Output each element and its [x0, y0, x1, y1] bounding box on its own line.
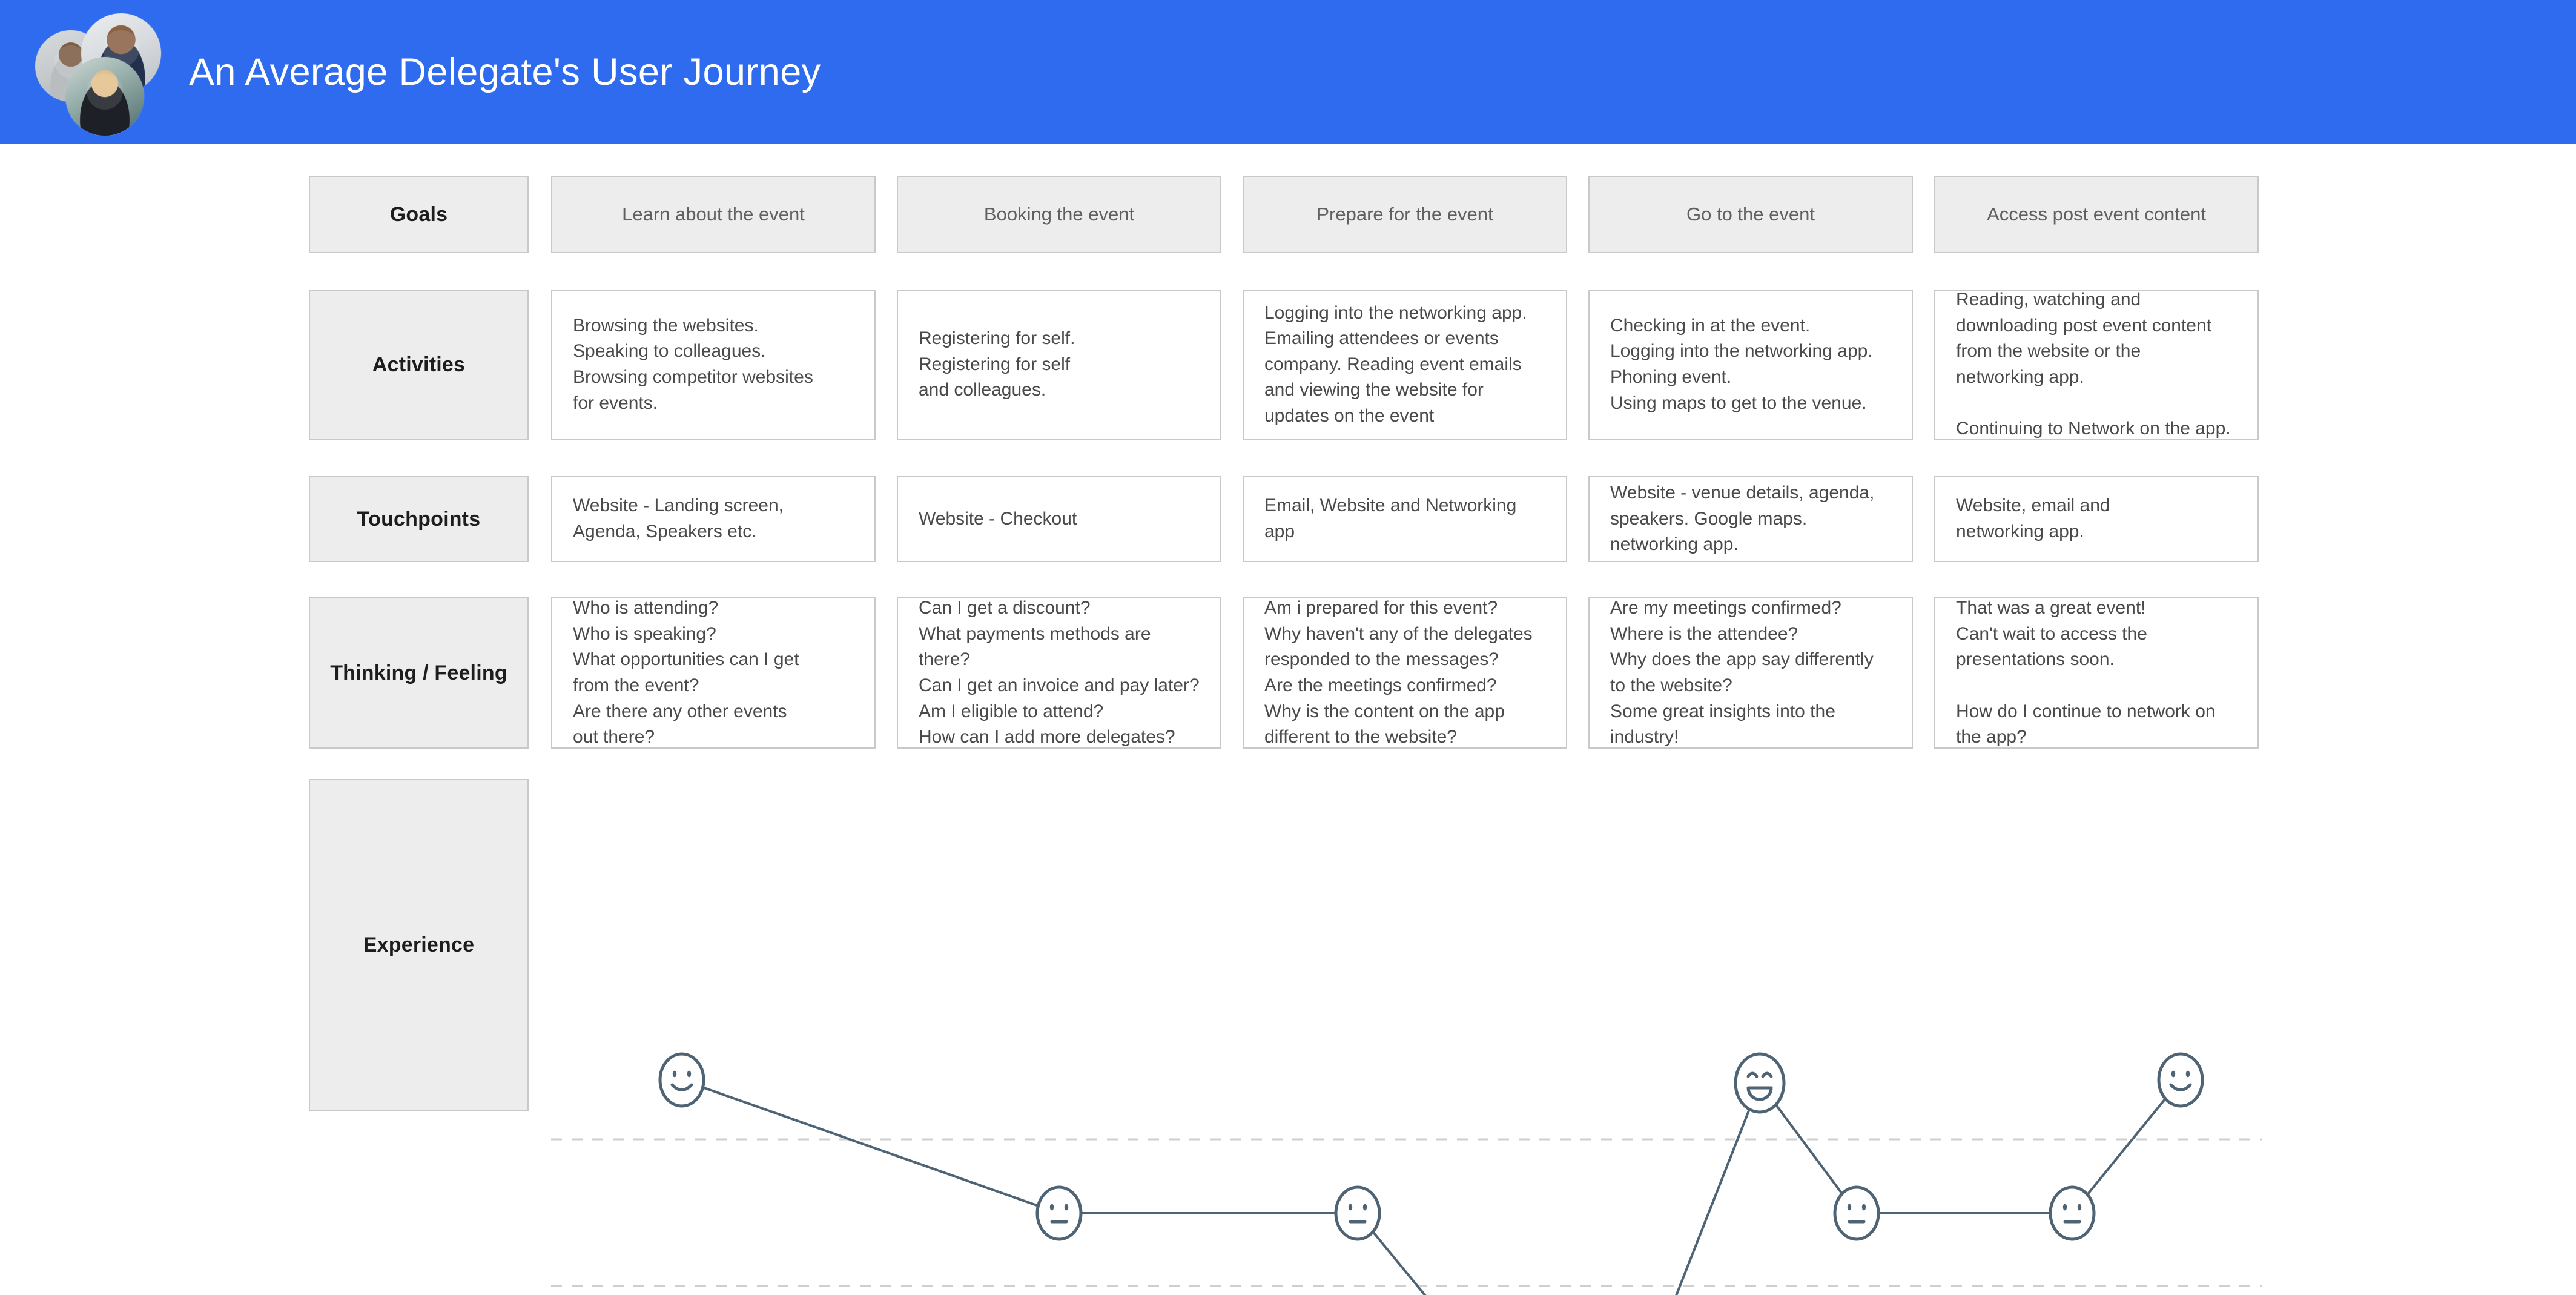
activities-cell-3: Checking in at the event. Logging into t…: [1588, 290, 1913, 440]
thinking-cell-1: Can I get a discount? What payments meth…: [897, 597, 1221, 749]
activities-cell-0: Browsing the websites. Speaking to colle…: [551, 290, 876, 440]
experience-line-chart: [551, 1052, 2262, 1295]
smiley-neutral-icon: [1035, 1185, 1083, 1241]
touchpoints-text: Website, email and networking app.: [1956, 495, 2110, 542]
eye-left: [2171, 1070, 2176, 1078]
experience-trend-line: [681, 1079, 2182, 1295]
goal-label: Go to the event: [1686, 204, 1815, 225]
touchpoints-text: Email, Website and Networking app: [1264, 495, 1517, 542]
page-header: An Average Delegate's User Journey: [0, 0, 2576, 144]
eye-left: [1049, 1204, 1054, 1211]
eye-left: [1847, 1204, 1852, 1211]
goal-label: Prepare for the event: [1316, 204, 1493, 225]
thinking-text: Who is attending? Who is speaking? What …: [573, 598, 799, 747]
row-label-goals: Goals: [309, 176, 529, 253]
eye-left: [1348, 1204, 1353, 1211]
thinking-text: That was a great event! Can't wait to ac…: [1956, 598, 2216, 747]
thinking-text: Am i prepared for this event? Why haven'…: [1264, 598, 1533, 747]
page-title: An Average Delegate's User Journey: [189, 51, 821, 93]
mouth-open-smile: [1746, 1086, 1773, 1101]
touchpoints-text: Website - Landing screen, Agenda, Speake…: [573, 495, 784, 542]
thinking-cell-2: Am i prepared for this event? Why haven'…: [1243, 597, 1567, 749]
eye-left: [2062, 1204, 2067, 1211]
touchpoints-text: Website - venue details, agenda, speaker…: [1610, 483, 1875, 555]
experience-chart: [551, 980, 2265, 1295]
activities-text: Checking in at the event. Logging into t…: [1610, 315, 1873, 413]
smiley-neutral-icon: [1334, 1185, 1381, 1241]
row-label-text: Goals: [389, 202, 448, 226]
goal-label: Learn about the event: [622, 204, 805, 225]
row-label-text: Activities: [372, 353, 466, 376]
activities-cell-1: Registering for self. Registering for se…: [897, 290, 1221, 440]
goal-cell-0: Learn about the event: [551, 176, 876, 253]
journey-map-board: Goals Learn about the event Booking the ev…: [0, 144, 2576, 1295]
goal-cell-4: Access post event content: [1934, 176, 2259, 253]
activities-cell-2: Logging into the networking app. Emailin…: [1243, 290, 1567, 440]
smiley-happy-icon: [658, 1052, 705, 1108]
activities-text: Reading, watching and downloading post e…: [1956, 290, 2231, 439]
activities-text: Browsing the websites. Speaking to colle…: [573, 315, 813, 413]
thinking-text: Are my meetings confirmed? Where is the …: [1610, 598, 1874, 747]
touchpoints-cell-0: Website - Landing screen, Agenda, Speake…: [551, 476, 876, 562]
row-label-activities: Activities: [309, 290, 529, 440]
touchpoints-cell-2: Email, Website and Networking app: [1243, 476, 1567, 562]
eye-left: [672, 1070, 677, 1078]
thinking-cell-3: Are my meetings confirmed? Where is the …: [1588, 597, 1913, 749]
thinking-cell-0: Who is attending? Who is speaking? What …: [551, 597, 876, 749]
eye-right: [687, 1070, 692, 1078]
eye-right: [1362, 1204, 1367, 1211]
activities-text: Logging into the networking app. Emailin…: [1264, 302, 1527, 426]
goal-label: Booking the event: [983, 204, 1135, 225]
eye-right: [1064, 1204, 1069, 1211]
eye-right: [2185, 1070, 2190, 1078]
touchpoints-cell-1: Website - Checkout: [897, 476, 1221, 562]
touchpoints-cell-3: Website - venue details, agenda, speaker…: [1588, 476, 1913, 562]
smiley-neutral-icon: [1833, 1185, 1880, 1241]
smiley-very-happy-icon: [1734, 1052, 1786, 1114]
row-label-text: Thinking / Feeling: [330, 661, 507, 684]
eye-right: [2077, 1204, 2082, 1211]
thinking-cell-4: That was a great event! Can't wait to ac…: [1934, 597, 2259, 749]
row-label-experience: Experience: [309, 779, 529, 1111]
touchpoints-cell-4: Website, email and networking app.: [1934, 476, 2259, 562]
goal-label: Access post event content: [1987, 204, 2206, 225]
row-label-touchpoints: Touchpoints: [309, 476, 529, 562]
row-label-text: Experience: [363, 933, 475, 956]
smiley-neutral-icon: [2049, 1185, 2096, 1241]
row-label-text: Touchpoints: [357, 507, 481, 531]
activities-cell-4: Reading, watching and downloading post e…: [1934, 290, 2259, 440]
smiley-happy-icon: [2157, 1052, 2204, 1108]
activities-text: Registering for self. Registering for se…: [919, 328, 1075, 400]
touchpoints-text: Website - Checkout: [919, 508, 1077, 529]
avatar-group: [35, 8, 168, 136]
avatar-delegate-3: [65, 57, 144, 136]
goal-cell-3: Go to the event: [1588, 176, 1913, 253]
thinking-text: Can I get a discount? What payments meth…: [919, 598, 1200, 747]
eye-right: [1861, 1204, 1866, 1211]
goal-cell-2: Prepare for the event: [1243, 176, 1567, 253]
goal-cell-1: Booking the event: [897, 176, 1221, 253]
row-label-thinking: Thinking / Feeling: [309, 597, 529, 749]
